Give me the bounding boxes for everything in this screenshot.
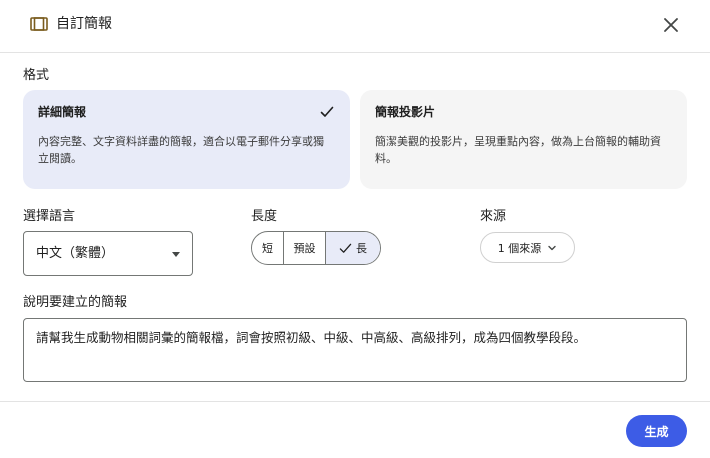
footer-divider bbox=[0, 401, 710, 402]
prompt-textarea[interactable]: 請幫我生成動物相關詞彙的簡報檔，詞會按照初級、中級、中高級、高級排列，成為四個教… bbox=[23, 318, 687, 382]
format-option-slides[interactable]: 簡報投影片 簡潔美觀的投影片，呈現重點內容，做為上台簡報的輔助資 料。 bbox=[360, 90, 687, 189]
language-select[interactable]: 中文（繁體） bbox=[23, 231, 193, 276]
format-option-desc-line: 內容完整、文字資料詳盡的簡報，適合以電子郵件分享或獨 bbox=[38, 135, 324, 148]
format-label: 格式 bbox=[23, 68, 50, 83]
language-label: 選擇語言 bbox=[23, 209, 76, 224]
dialog-header: 自訂簡報 bbox=[0, 0, 710, 53]
prompt-label: 說明要建立的簡報 bbox=[23, 295, 128, 310]
dropdown-caret-icon bbox=[172, 252, 180, 257]
source-dropdown-button[interactable]: 1 個來源 bbox=[480, 232, 575, 263]
length-option-long-label: 長 bbox=[356, 242, 367, 255]
generate-button[interactable]: 生成 bbox=[626, 415, 687, 447]
language-value: 中文（繁體） bbox=[36, 246, 115, 261]
format-option-desc-line: 簡潔美觀的投影片，呈現重點內容，做為上台簡報的輔助資 bbox=[375, 135, 661, 148]
format-option-title: 詳細簡報 bbox=[38, 105, 87, 119]
length-label: 長度 bbox=[251, 209, 278, 224]
chevron-down-icon bbox=[548, 245, 556, 250]
format-option-title: 簡報投影片 bbox=[375, 105, 436, 119]
length-option-long[interactable]: 長 bbox=[326, 232, 380, 264]
format-option-desc-line: 料。 bbox=[375, 152, 397, 165]
format-option-desc-line: 立閱讀。 bbox=[38, 152, 82, 165]
length-option-short[interactable]: 短 bbox=[252, 232, 284, 264]
slides-icon bbox=[30, 15, 48, 33]
dialog-title: 自訂簡報 bbox=[56, 16, 112, 32]
length-segmented-control: 短 預設 長 bbox=[251, 231, 381, 265]
close-icon[interactable] bbox=[659, 13, 683, 37]
checkmark-icon bbox=[339, 243, 352, 253]
format-option-desc: 簡潔美觀的投影片，呈現重點內容，做為上台簡報的輔助資 料。 bbox=[375, 133, 672, 167]
source-label: 來源 bbox=[480, 209, 507, 224]
length-option-default[interactable]: 預設 bbox=[284, 232, 326, 264]
source-count: 1 個來源 bbox=[497, 241, 542, 255]
format-option-desc: 內容完整、文字資料詳盡的簡報，適合以電子郵件分享或獨 立閱讀。 bbox=[38, 133, 335, 167]
checkmark-icon bbox=[320, 104, 334, 118]
format-option-detailed[interactable]: 詳細簡報 內容完整、文字資料詳盡的簡報，適合以電子郵件分享或獨 立閱讀。 bbox=[23, 90, 350, 189]
